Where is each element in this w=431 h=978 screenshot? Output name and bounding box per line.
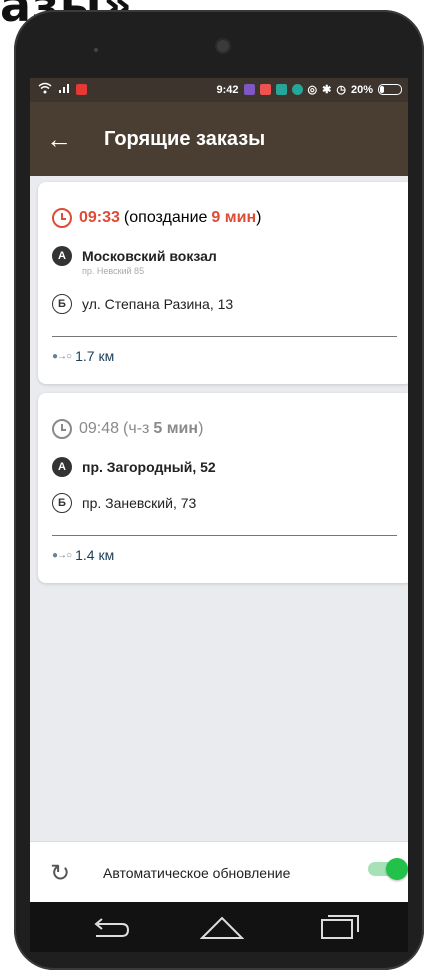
order-status-suffix: ) [256,209,262,226]
pickup-badge: А [52,246,72,266]
distance-row: ●→○ 1.7 км [52,348,114,364]
status-bar: 9:42 ◎ ✱ ◷ 20% [30,78,408,102]
auto-update-toggle[interactable] [368,858,408,880]
dropoff-badge: Б [52,493,72,513]
dropoff-name: пр. Заневский, 73 [82,495,197,511]
app-red-icon [259,84,271,95]
battery-icon [378,84,402,95]
battery-percent: 20% [350,83,373,96]
pickup-name: пр. Загородный, 52 [82,459,216,475]
nav-recent-icon[interactable] [320,914,360,945]
divider [52,336,397,337]
order-time-row: 09:48 (ч-з 5 мин ) [52,416,203,442]
nav-home-icon[interactable] [199,914,245,945]
dropoff-address: Б пр. Заневский, 73 [52,493,196,513]
order-status-prefix: (ч-з [123,420,150,437]
distance-value: 1.7 км [75,348,115,364]
pickup-address: А Московский вокзал пр. Невский 85 [52,246,217,277]
dropoff-address: Б ул. Степана Разина, 13 [52,294,233,314]
clock-icon [52,419,72,439]
status-right: 9:42 ◎ ✱ ◷ 20% [216,83,402,96]
app-circle-icon [291,84,303,95]
wifi-icon [38,82,52,97]
pickup-badge: А [52,457,72,477]
bluetooth-icon: ✱ [322,84,332,96]
pickup-address: А пр. Загородный, 52 [52,457,216,477]
signal-icon [58,83,70,97]
refresh-icon[interactable]: ↻ [50,859,70,888]
auto-update-bar: ↻ Автоматическое обновление [30,841,408,902]
nav-back-icon[interactable] [90,916,130,945]
order-time-row: 09:33 (опоздание 9 мин ) [52,205,261,231]
order-card[interactable]: 09:33 (опоздание 9 мин ) А Московский во… [38,182,408,384]
clock-icon [52,208,72,228]
status-left [38,82,87,97]
viber-icon [243,84,255,95]
pickup-subaddress: пр. Невский 85 [82,266,145,276]
alarm-icon: ◷ [336,84,346,96]
pickup-name: Московский вокзал [82,248,217,264]
order-status-value: 5 мин [153,420,199,437]
back-arrow-icon[interactable]: ← [44,124,74,154]
toggle-knob[interactable] [386,858,408,880]
order-time: 09:33 [79,209,120,226]
distance-icon: ●→○ [52,350,72,362]
toolbar: ← Горящие заказы [30,102,408,176]
android-nav-bar [30,902,408,952]
app-teal-icon [275,84,287,95]
auto-update-label: Автоматическое обновление [103,865,291,881]
distance-row: ●→○ 1.4 км [52,547,114,563]
distance-value: 1.4 км [75,547,115,563]
dropoff-badge: Б [52,294,72,314]
notification-app-icon [76,84,87,95]
front-camera [215,38,231,54]
status-time: 9:42 [216,83,239,96]
order-time: 09:48 [79,420,120,437]
order-status-value: 9 мин [211,209,257,226]
divider [52,535,397,536]
order-card[interactable]: 09:48 (ч-з 5 мин ) А пр. Загородный, 52 … [38,393,408,583]
speaker [94,48,98,52]
order-status-prefix: (опоздание [123,209,208,226]
dropoff-name: ул. Степана Разина, 13 [82,296,234,312]
order-status-suffix: ) [198,420,204,437]
screen: 9:42 ◎ ✱ ◷ 20% ← Горящие заказы 09:33 (о… [30,78,408,902]
nfc-icon: ◎ [307,84,318,96]
page-title: Горящие заказы [104,128,266,150]
phone-frame: 9:42 ◎ ✱ ◷ 20% ← Горящие заказы 09:33 (о… [14,10,424,970]
distance-icon: ●→○ [52,549,72,561]
